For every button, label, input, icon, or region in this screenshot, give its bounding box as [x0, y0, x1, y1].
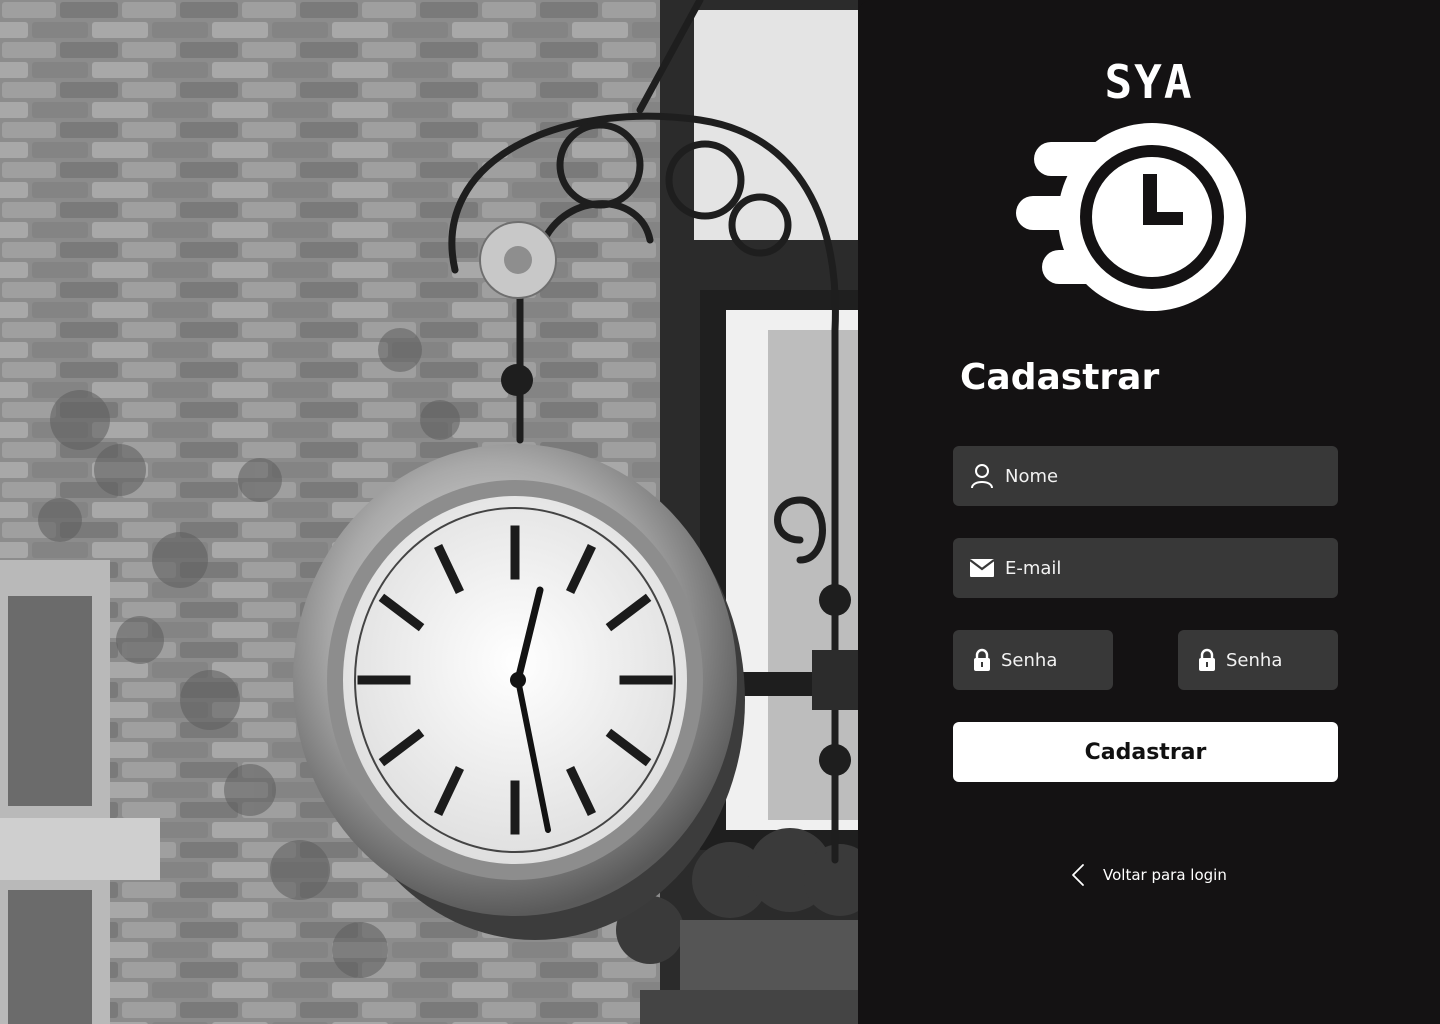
hero-photo	[0, 0, 858, 1024]
email-input[interactable]	[1005, 557, 1338, 579]
user-icon	[969, 463, 995, 489]
confirm-password-input[interactable]	[1226, 649, 1338, 671]
back-to-login-label: Voltar para login	[1103, 866, 1227, 884]
page-title: Cadastrar	[960, 357, 1160, 398]
clock-photo-illustration	[0, 0, 858, 1024]
name-field[interactable]	[953, 446, 1338, 506]
password-field[interactable]	[953, 630, 1113, 690]
signup-page: SYA Cadastrar Nome E-mail Cadastrar Volt…	[0, 0, 1440, 1024]
back-to-login-link[interactable]: Voltar para login	[1070, 860, 1227, 890]
submit-button[interactable]: Cadastrar	[953, 722, 1338, 782]
envelope-icon	[969, 555, 995, 581]
email-field[interactable]	[953, 538, 1338, 598]
password-input[interactable]	[1001, 649, 1113, 671]
lock-icon	[1194, 647, 1220, 673]
brand-wordmark: SYA	[1104, 55, 1194, 109]
speeding-clock-icon	[1016, 123, 1246, 311]
name-input[interactable]	[1005, 465, 1338, 487]
signup-panel: SYA Cadastrar Nome E-mail Cadastrar Volt…	[858, 0, 1440, 1024]
lock-icon	[969, 647, 995, 673]
chevron-left-icon	[1070, 863, 1086, 887]
confirm-password-field[interactable]	[1178, 630, 1338, 690]
